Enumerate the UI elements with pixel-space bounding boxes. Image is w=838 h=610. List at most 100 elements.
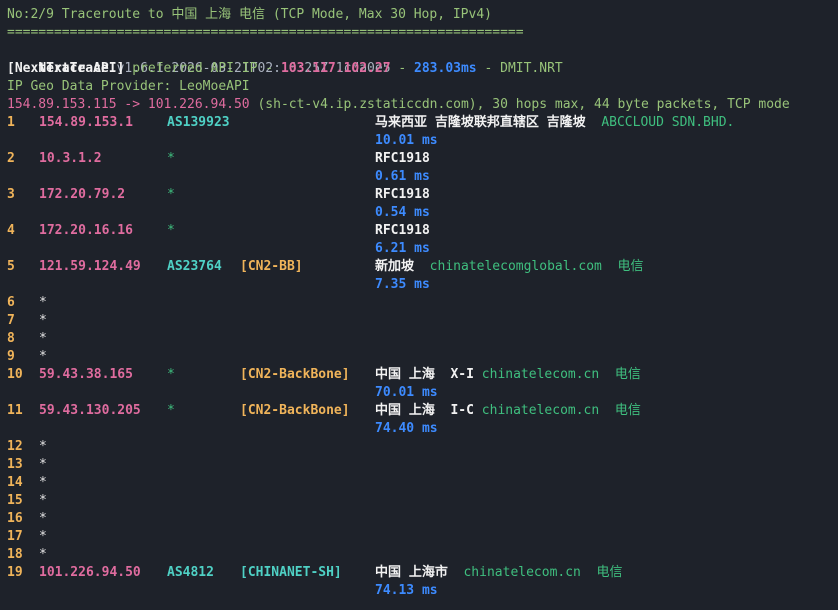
hop-asn: * [167,367,175,382]
api-sep2: - [476,61,501,76]
hop-rtt: 0.54 ms [375,205,430,220]
hop-row: 7 * [0,312,838,330]
hop-number: 4 [7,223,15,238]
hop-geo: RFC1918 [375,187,430,202]
hop-org: ABCCLOUD SDN.BHD. [601,115,735,130]
hop-row: 4 172.20.16.16 * RFC1918 [0,222,838,240]
hop-isp: 电信 [614,403,641,418]
hop-row: 11 59.43.130.205 * [CN2-BackBone] 中国 上海 I-C … [0,402,838,420]
hop-row: 19 101.226.94.50 AS4812 [CHINANET-SH] 中国 上海市… [0,564,838,582]
hop-timeout: * [39,295,47,310]
hop-number: 9 [7,349,15,364]
hop-geo: 中国 上海市 [375,565,448,580]
hop-row: 1 154.89.153.1 AS139923 马来西亚 吉隆坡联邦直辖区 吉隆坡 A… [0,114,838,132]
hop-rtt-row: 6.21 ms [0,240,838,258]
hop-geo: RFC1918 [375,151,430,166]
hop-number: 19 [7,565,23,580]
hop-asn: * [167,151,175,166]
version-line: NextTrace v1.6.1 2026-03-21T02:16:25Z 1c… [7,42,390,76]
api-tag: [NextTrace API] [7,61,125,76]
hop-rtt: 74.13 ms [375,583,438,598]
terminal-window[interactable]: No:2/9 Traceroute to 中国 上海 电信 (TCP Mode,… [0,0,838,610]
hop-row: 5 121.59.124.49 AS23764 [CN2-BB] 新加坡 chinate… [0,258,838,276]
hop-asn: AS139923 [167,115,230,130]
hop-row: 14 * [0,474,838,492]
hop-row: 16 * [0,510,838,528]
hop-number: 3 [7,187,15,202]
hop-number: 8 [7,331,15,346]
hop-ip: 10.3.1.2 [39,151,102,166]
hop-geo: 中国 上海 [375,403,435,418]
hop-timeout: * [39,475,47,490]
hop-tag: [CN2-BackBone] [240,367,350,382]
hop-row: 18 * [0,546,838,564]
hop-timeout: * [39,349,47,364]
hop-row: 8 * [0,330,838,348]
geo-provider: IP Geo Data Provider: LeoMoeAPI [7,79,250,94]
hop-row: 13 * [0,456,838,474]
hop-rtt-row: 0.54 ms [0,204,838,222]
hop-ip: 121.59.124.49 [39,259,141,274]
hop-rtt-row: 10.01 ms [0,132,838,150]
hop-geo-info: RFC1918 [375,186,430,204]
route-line: 154.89.153.115 -> 101.226.94.50 (sh-ct-v… [7,96,790,114]
hop-asn: * [167,403,175,418]
hop-asn: * [167,223,175,238]
hop-number: 17 [7,529,23,544]
hop-isp: 电信 [614,367,641,382]
hop-rtt: 74.40 ms [375,421,438,436]
hop-timeout: * [39,313,47,328]
hop-number: 1 [7,115,15,130]
hop-rtt-row: 70.01 ms [0,384,838,402]
hop-geo-code: I-C [450,403,474,418]
hop-number: 7 [7,313,15,328]
hop-ip: 59.43.130.205 [39,403,141,418]
route-src: 154.89.153.115 -> 101.226.94.50 [7,97,250,112]
hop-geo: 马来西亚 吉隆坡联邦直辖区 吉隆坡 [375,115,586,130]
hop-isp: 电信 [596,565,623,580]
hop-asn: AS23764 [167,259,222,274]
hop-number: 15 [7,493,23,508]
hop-tag: [CHINANET-SH] [240,565,342,580]
hop-rtt: 7.35 ms [375,277,430,292]
hop-row: 15 * [0,492,838,510]
hop-geo-info: 中国 上海 X-I chinatelecom.cn 电信 [375,366,641,384]
hop-tag: [CN2-BackBone] [240,403,350,418]
trace-title: No:2/9 Traceroute to 中国 上海 电信 (TCP Mode,… [7,7,492,22]
hop-org: chinatelecom.cn [481,367,600,382]
hop-rtt-row: 74.13 ms [0,582,838,600]
hop-asn: AS4812 [167,565,214,580]
hop-number: 13 [7,457,23,472]
hop-row: 9 * [0,348,838,366]
api-sep1: - [390,61,415,76]
hop-ip: 172.20.16.16 [39,223,133,238]
hop-geo: 中国 上海 [375,367,435,382]
hop-ip: 172.20.79.2 [39,187,126,202]
hop-number: 6 [7,295,15,310]
hop-number: 11 [7,403,23,418]
hop-geo-info: 中国 上海市 chinatelecom.cn 电信 [375,564,623,582]
hop-number: 16 [7,511,23,526]
hop-row: 3 172.20.79.2 * RFC1918 [0,186,838,204]
hop-geo-info: 中国 上海 I-C chinatelecom.cn 电信 [375,402,641,420]
hop-ip: 59.43.38.165 [39,367,133,382]
api-pref: preferred API IP - [132,61,281,76]
hop-timeout: * [39,547,47,562]
hop-org: chinatelecom.cn [481,403,600,418]
hop-number: 2 [7,151,15,166]
hop-row: 12 * [0,438,838,456]
separator-rule: ========================================… [7,25,524,40]
api-node: DMIT.NRT [500,61,563,76]
hop-number: 10 [7,367,23,382]
hop-isp: 电信 [617,259,644,274]
hop-geo: 新加坡 [375,259,415,274]
hop-timeout: * [39,529,47,544]
hop-geo-info: 马来西亚 吉隆坡联邦直辖区 吉隆坡 ABCCLOUD SDN.BHD. [375,114,734,132]
hop-tag: [CN2-BB] [240,259,303,274]
api-ip: 103.117.102.27 [280,61,391,76]
hop-rtt-row: 0.61 ms [0,168,838,186]
hop-timeout: * [39,457,47,472]
hop-timeout: * [39,511,47,526]
hop-ip: 101.226.94.50 [39,565,141,580]
hop-org: chinatelecom.cn [463,565,581,580]
